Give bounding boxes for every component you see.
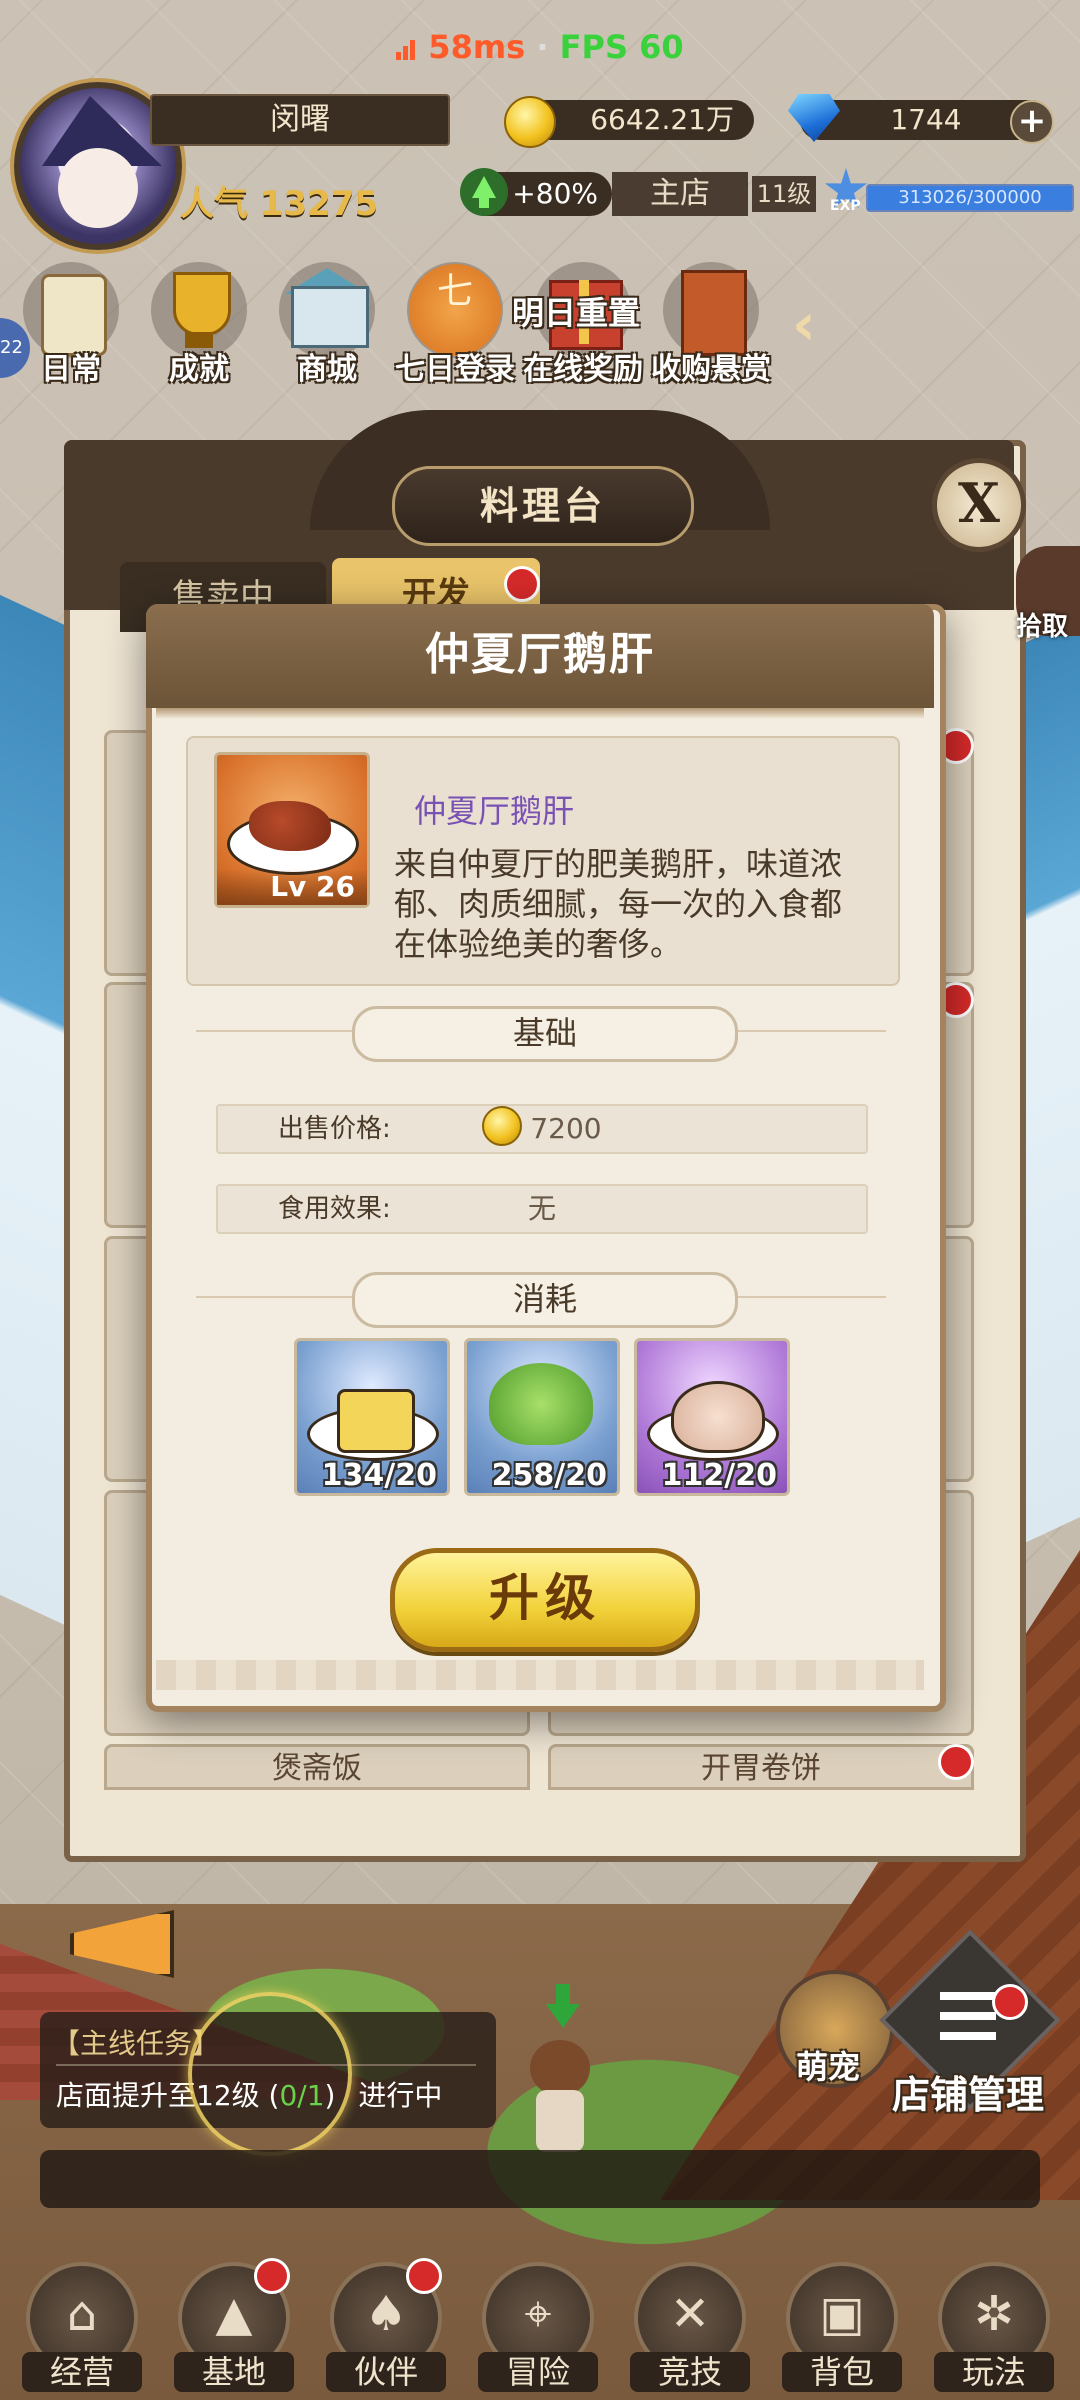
chevron-left-icon[interactable]: ‹ <box>792 290 832 358</box>
nav-label: 经营 <box>22 2352 142 2392</box>
nav-label: 背包 <box>782 2352 902 2392</box>
dialog-header-edge <box>156 708 924 718</box>
nav-label: 玩法 <box>934 2352 1054 2392</box>
material-slot[interactable]: 258/20 <box>464 1338 620 1496</box>
cards-icon: ♠ <box>364 2286 408 2342</box>
material-count: 258/20 <box>491 1458 607 1493</box>
price-row: 出售价格: 7200 <box>216 1104 868 1154</box>
exp-text: 313026/300000 <box>898 187 1042 208</box>
nav-label: 基地 <box>174 2352 294 2392</box>
quest-state: 进行中 <box>358 2079 443 2112</box>
dialog-footer-trim <box>156 1660 924 1690</box>
exp-bar: 313026/300000 <box>866 184 1074 212</box>
shop-icon <box>291 286 369 348</box>
tap-highlight-ring <box>188 1992 352 2156</box>
section-cost: 消耗 <box>352 1272 738 1328</box>
notification-dot <box>992 1984 1028 2020</box>
shop-level: 11级 <box>752 176 816 212</box>
player-name: 闵曙 <box>150 94 450 146</box>
shop-house-icon: ⌂ <box>66 2286 98 2342</box>
popularity: 人气 13275 <box>180 184 379 224</box>
upgrade-button[interactable]: 升级 <box>390 1548 700 1652</box>
chat-bar[interactable] <box>40 2150 1040 2208</box>
reset-notice: 明日重置 <box>512 294 641 332</box>
feature-label: 商城 <box>297 352 357 387</box>
seven-day-icon: 七 <box>409 264 501 356</box>
signal-icon <box>396 40 416 60</box>
gold-coin-icon <box>482 1106 523 1146</box>
feature-daily[interactable]: 日常 <box>16 262 126 387</box>
arrow-down-icon <box>546 1984 580 2032</box>
recipe-card-title[interactable]: 开胃卷饼 <box>548 1744 974 1790</box>
notification-dot <box>504 566 540 602</box>
tent-icon: ▲ <box>215 2286 253 2342</box>
wheel-icon: ✲ <box>973 2286 1015 2342</box>
nav-partners[interactable]: ♠ 伙伴 <box>326 2258 446 2392</box>
arrow-up-icon <box>460 168 508 216</box>
feature-label: 七日登录 <box>395 352 515 387</box>
swords-icon: ✕ <box>669 2286 711 2342</box>
feature-label: 日常 <box>41 352 101 387</box>
nav-adventure[interactable]: ⌖ 冒险 <box>478 2262 598 2392</box>
dialog-title: 仲夏厅鹅肝 <box>425 629 655 680</box>
item-name: 仲夏厅鹅肝 <box>414 792 575 830</box>
material-count: 112/20 <box>661 1458 777 1493</box>
nav-label: 竞技 <box>630 2352 750 2392</box>
pickup-label: 拾取 <box>1016 612 1069 642</box>
close-icon[interactable]: X <box>932 458 1026 552</box>
nav-backpack[interactable]: ▣ 背包 <box>782 2262 902 2392</box>
effect-value: 无 <box>527 1192 556 1225</box>
feature-bounty[interactable]: 收购悬赏 <box>651 262 771 387</box>
nav-gameplay[interactable]: ✲ 玩法 <box>934 2262 1054 2392</box>
nav-base[interactable]: ▲ 基地 <box>174 2258 294 2392</box>
nav-business[interactable]: ⌂ 经营 <box>22 2262 142 2392</box>
material-slot[interactable]: 134/20 <box>294 1338 450 1496</box>
feature-seven-day-login[interactable]: 七 七日登录 <box>395 262 515 387</box>
feature-label: 收购悬赏 <box>651 352 771 387</box>
butter-icon <box>337 1389 415 1453</box>
ping-value: 58ms <box>428 28 526 66</box>
recipe-card-title[interactable]: 煲斋饭 <box>104 1744 530 1790</box>
megaphone-icon[interactable] <box>60 1890 178 1990</box>
feature-label: 成就 <box>169 352 229 387</box>
foie-gras-icon: Lv 26 <box>214 752 370 908</box>
nav-label: 伙伴 <box>326 2352 446 2392</box>
network-status: 58ms · FPS 60 <box>0 28 1080 66</box>
shopkeeper-character[interactable] <box>520 2040 600 2160</box>
notification-dot <box>938 1744 974 1780</box>
menu-list-icon <box>940 1992 996 2042</box>
section-basic: 基础 <box>352 1006 738 1062</box>
nav-arena[interactable]: ✕ 竞技 <box>630 2262 750 2392</box>
map-icon: ⌖ <box>524 2286 552 2342</box>
item-level: Lv 26 <box>217 869 367 905</box>
item-description: 来自仲夏厅的肥美鹅肝，味道浓郁、肉质细腻，每一次的入食都在体验绝美的奢侈。 <box>394 845 843 963</box>
backpack-icon: ▣ <box>819 2286 865 2342</box>
material-count: 134/20 <box>321 1458 437 1493</box>
bok-choy-icon <box>489 1363 593 1445</box>
feature-achievements[interactable]: 成就 <box>144 262 254 387</box>
trophy-icon <box>173 272 231 336</box>
separator: · <box>536 28 549 66</box>
effect-row: 食用效果: 无 <box>216 1184 868 1234</box>
shop-name[interactable]: 主店 <box>612 172 748 216</box>
material-slot[interactable]: 112/20 <box>634 1338 790 1496</box>
feature-label: 在线奖励 <box>523 352 643 387</box>
feature-store[interactable]: 商城 <box>272 262 382 387</box>
shop-manage-label: 店铺管理 <box>892 2073 1045 2117</box>
price-value: 7200 <box>530 1112 602 1145</box>
avatar-face <box>58 148 138 228</box>
pet-label: 萌宠 <box>796 2048 861 2086</box>
notification-dot <box>406 2258 442 2294</box>
notification-dot <box>254 2258 290 2294</box>
nav-label: 冒险 <box>478 2352 598 2392</box>
exp-label: EXP <box>830 198 861 214</box>
poultry-icon <box>671 1381 765 1453</box>
recipe-card-row: 煲斋饭 开胃卷饼 <box>104 1744 974 1790</box>
add-gems-button[interactable]: + <box>1010 100 1054 144</box>
kitchen-title: 料理台 <box>392 466 694 546</box>
fps-value: FPS 60 <box>559 28 684 66</box>
gold-coin-icon <box>504 96 556 148</box>
